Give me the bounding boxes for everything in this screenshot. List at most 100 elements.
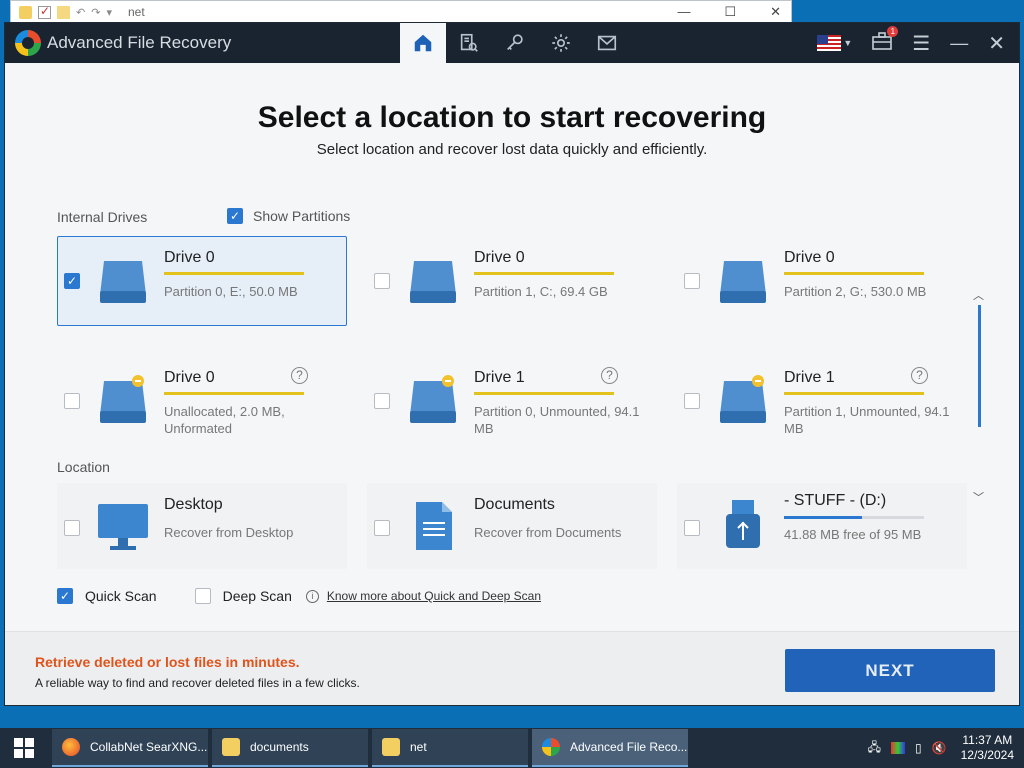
- tab-settings[interactable]: [538, 23, 584, 63]
- deep-scan-checkbox[interactable]: [194, 588, 211, 604]
- close-icon[interactable]: ✕: [770, 4, 781, 20]
- drive-checkbox[interactable]: [374, 393, 390, 409]
- drive-card[interactable]: Drive 0 Partition 0, E:, 50.0 MB: [57, 236, 347, 326]
- drive-checkbox[interactable]: [374, 273, 390, 289]
- language-selector[interactable]: ▼: [817, 35, 852, 51]
- tab-license[interactable]: [492, 23, 538, 63]
- help-icon[interactable]: ?: [911, 367, 928, 384]
- quick-scan-checkbox[interactable]: [57, 588, 73, 604]
- monitor-icon: [98, 504, 148, 550]
- key-icon: [507, 34, 523, 51]
- titlebar-right-controls: ▼ 1 ☰ — ✕: [817, 23, 1005, 63]
- tab-mail[interactable]: [584, 23, 630, 63]
- redo-icon[interactable]: ↷: [91, 6, 100, 19]
- quick-scan-label: Quick Scan: [85, 588, 157, 604]
- chevron-up-icon[interactable]: ︿: [973, 287, 984, 303]
- drives-scrollbar[interactable]: ︿ ﹀: [973, 290, 984, 505]
- tab-scan-log[interactable]: [446, 23, 492, 63]
- page-subtitle: Select location and recover lost data qu…: [316, 141, 708, 158]
- drive-checkbox[interactable]: [684, 273, 700, 289]
- taskbar-item-firefox[interactable]: CollabNet SearXNG...: [52, 729, 208, 767]
- location-detail: Recover from Documents: [474, 525, 622, 540]
- drive-detail: Partition 0, E:, 50.0 MB: [164, 284, 298, 299]
- deep-scan-label: Deep Scan: [222, 588, 292, 604]
- notifications-button[interactable]: 1: [872, 25, 899, 55]
- taskbar-item-documents[interactable]: documents: [212, 729, 368, 767]
- folder-icon: [222, 738, 240, 756]
- drive-name: Drive 0: [474, 249, 525, 266]
- drive-name: Drive 0: [784, 249, 835, 266]
- chevron-down-icon: ▼: [843, 38, 853, 48]
- drive-card[interactable]: Drive 1 ? Partition 1, Unmounted, 94.1 M…: [677, 356, 967, 446]
- hard-drive-icon: [100, 261, 146, 303]
- drive-checkbox[interactable]: [64, 273, 80, 289]
- start-button[interactable]: [0, 728, 48, 768]
- document-icon: [416, 502, 452, 550]
- show-partitions-checkbox[interactable]: [227, 208, 243, 224]
- location-checkbox[interactable]: [684, 520, 700, 536]
- envelope-icon: [597, 35, 617, 51]
- location-card-usb[interactable]: - STUFF - (D:) 41.88 MB free of 95 MB: [677, 483, 967, 569]
- undo-icon[interactable]: ↶: [76, 6, 85, 19]
- help-icon[interactable]: ?: [291, 367, 308, 384]
- drive-detail: Partition 2, G:, 530.0 MB: [784, 284, 927, 299]
- windows-logo-icon: [14, 738, 34, 758]
- taskbar-item-net[interactable]: net: [372, 729, 528, 767]
- maximize-icon[interactable]: ☐: [724, 4, 736, 20]
- usb-drive-icon: [726, 500, 760, 548]
- drive-checkbox[interactable]: [684, 393, 700, 409]
- drive-checkbox[interactable]: [64, 393, 80, 409]
- menu-icon[interactable]: ☰: [912, 31, 930, 56]
- show-partitions-toggle[interactable]: Show Partitions: [227, 208, 350, 224]
- drive-card[interactable]: Drive 0 Partition 1, C:, 69.4 GB: [367, 236, 657, 326]
- volume-muted-icon[interactable]: 🔇: [932, 741, 947, 755]
- new-folder-icon[interactable]: [57, 5, 70, 19]
- usb-icon[interactable]: ▯: [915, 741, 922, 755]
- tab-home[interactable]: [400, 23, 446, 63]
- chevron-down-icon[interactable]: ﹀: [973, 489, 984, 505]
- promo-subtext: A reliable way to find and recover delet…: [35, 676, 360, 690]
- properties-icon[interactable]: [38, 4, 51, 19]
- main-tabs: [400, 23, 630, 63]
- dropdown-icon[interactable]: ▾: [106, 6, 112, 19]
- background-explorer-window[interactable]: ↶ ↷ ▾ net — ☐ ✕: [10, 0, 792, 24]
- app-window: Advanced File Recovery ▼ 1 ☰ — ✕ Select …: [4, 22, 1020, 706]
- drive-card[interactable]: Drive 1 ? Partition 0, Unmounted, 94.1 M…: [367, 356, 657, 446]
- location-checkbox[interactable]: [64, 520, 80, 536]
- minimize-icon[interactable]: —: [950, 33, 968, 54]
- location-card-desktop[interactable]: Desktop Recover from Desktop: [57, 483, 347, 569]
- drive-detail: Partition 1, Unmounted, 94.1 MB: [784, 404, 950, 436]
- scan-options: Quick Scan Deep Scan i Know more about Q…: [57, 588, 541, 604]
- network-icon[interactable]: 🖧: [868, 738, 881, 759]
- clock[interactable]: 11:37 AM 12/3/2024: [961, 733, 1014, 763]
- location-card-documents[interactable]: Documents Recover from Documents: [367, 483, 657, 569]
- firefox-icon: [62, 738, 80, 756]
- hard-drive-warning-icon: [410, 375, 456, 423]
- close-icon[interactable]: ✕: [988, 31, 1005, 56]
- scroll-thumb[interactable]: [978, 305, 981, 427]
- app-title: Advanced File Recovery: [47, 33, 232, 52]
- minimize-icon[interactable]: —: [677, 4, 690, 20]
- taskbar-item-label: documents: [250, 740, 309, 754]
- taskbar-item-advanced-file-recovery[interactable]: Advanced File Reco...: [532, 729, 688, 767]
- window-title: net: [127, 5, 145, 19]
- folder-icon[interactable]: [19, 5, 32, 19]
- drive-name: Drive 1: [784, 369, 835, 386]
- hard-drive-icon: [720, 261, 766, 303]
- drive-card[interactable]: Drive 0 Partition 2, G:, 530.0 MB: [677, 236, 967, 326]
- color-icon[interactable]: [891, 742, 906, 754]
- page-title: Select a location to start recovering: [257, 101, 767, 134]
- location-name: - STUFF - (D:): [784, 492, 887, 509]
- info-icon: i: [305, 589, 319, 603]
- taskbar-item-label: Advanced File Reco...: [570, 740, 688, 754]
- next-button[interactable]: NEXT: [785, 649, 995, 692]
- drive-detail: Unallocated, 2.0 MB, Unformated: [164, 404, 285, 436]
- know-more-link[interactable]: Know more about Quick and Deep Scan: [327, 589, 541, 603]
- main-content: Select a location to start recovering Se…: [5, 63, 1019, 705]
- promo-headline: Retrieve deleted or lost files in minute…: [35, 654, 300, 670]
- drive-card[interactable]: Drive 0 ? Unallocated, 2.0 MB, Unformate…: [57, 356, 347, 446]
- help-icon[interactable]: ?: [601, 367, 618, 384]
- title-bar: Advanced File Recovery ▼ 1 ☰ — ✕: [5, 23, 1019, 63]
- location-checkbox[interactable]: [374, 520, 390, 536]
- drive-usage-bar: [164, 272, 304, 275]
